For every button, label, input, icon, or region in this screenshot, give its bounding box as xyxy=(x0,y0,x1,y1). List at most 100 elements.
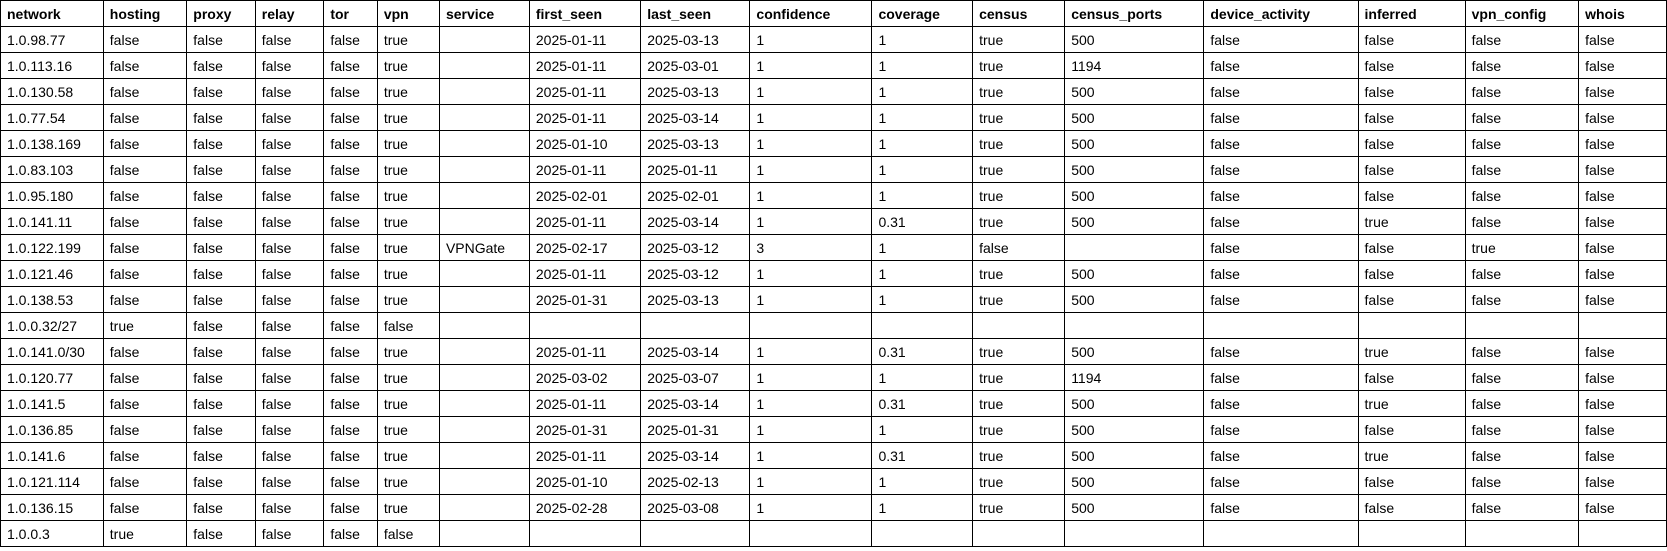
cell-proxy: false xyxy=(187,417,256,443)
cell-census: true xyxy=(973,495,1065,521)
cell-inferred: false xyxy=(1358,417,1465,443)
cell-device_activity: false xyxy=(1204,469,1358,495)
cell-device_activity: false xyxy=(1204,339,1358,365)
cell-proxy: false xyxy=(187,469,256,495)
col-header-first_seen[interactable]: first_seen xyxy=(529,1,640,27)
cell-coverage: 1 xyxy=(872,417,973,443)
cell-inferred: false xyxy=(1358,131,1465,157)
cell-vpn_config xyxy=(1465,313,1578,339)
table-row: 1.0.83.103falsefalsefalsefalsetrue2025-0… xyxy=(1,157,1667,183)
cell-relay: false xyxy=(255,339,324,365)
cell-census_ports: 500 xyxy=(1065,209,1204,235)
cell-tor: false xyxy=(324,261,378,287)
cell-first_seen: 2025-01-31 xyxy=(529,287,640,313)
cell-confidence: 1 xyxy=(750,495,872,521)
cell-vpn: false xyxy=(377,521,439,547)
cell-device_activity: false xyxy=(1204,79,1358,105)
col-header-census[interactable]: census xyxy=(973,1,1065,27)
cell-tor: false xyxy=(324,105,378,131)
cell-census_ports: 500 xyxy=(1065,183,1204,209)
cell-census_ports xyxy=(1065,313,1204,339)
cell-network: 1.0.141.0/30 xyxy=(1,339,104,365)
col-header-coverage[interactable]: coverage xyxy=(872,1,973,27)
col-header-tor[interactable]: tor xyxy=(324,1,378,27)
cell-whois: false xyxy=(1579,183,1667,209)
cell-network: 1.0.141.11 xyxy=(1,209,104,235)
col-header-inferred[interactable]: inferred xyxy=(1358,1,1465,27)
cell-census: true xyxy=(973,183,1065,209)
cell-hosting: false xyxy=(103,287,187,313)
col-header-confidence[interactable]: confidence xyxy=(750,1,872,27)
col-header-device_activity[interactable]: device_activity xyxy=(1204,1,1358,27)
cell-coverage xyxy=(872,521,973,547)
col-header-last_seen[interactable]: last_seen xyxy=(641,1,750,27)
cell-whois: false xyxy=(1579,287,1667,313)
cell-first_seen xyxy=(529,521,640,547)
cell-network: 1.0.138.169 xyxy=(1,131,104,157)
cell-first_seen: 2025-02-01 xyxy=(529,183,640,209)
cell-tor: false xyxy=(324,209,378,235)
cell-relay: false xyxy=(255,313,324,339)
col-header-hosting[interactable]: hosting xyxy=(103,1,187,27)
cell-network: 1.0.0.32/27 xyxy=(1,313,104,339)
table-row: 1.0.0.3truefalsefalsefalsefalse xyxy=(1,521,1667,547)
cell-census: true xyxy=(973,27,1065,53)
col-header-proxy[interactable]: proxy xyxy=(187,1,256,27)
cell-whois: false xyxy=(1579,27,1667,53)
cell-vpn: true xyxy=(377,495,439,521)
cell-relay: false xyxy=(255,27,324,53)
cell-tor: false xyxy=(324,365,378,391)
cell-whois: false xyxy=(1579,209,1667,235)
cell-hosting: false xyxy=(103,53,187,79)
cell-hosting: false xyxy=(103,131,187,157)
cell-vpn_config: false xyxy=(1465,79,1578,105)
col-header-relay[interactable]: relay xyxy=(255,1,324,27)
cell-inferred: true xyxy=(1358,339,1465,365)
cell-vpn: true xyxy=(377,391,439,417)
cell-last_seen: 2025-01-11 xyxy=(641,157,750,183)
col-header-whois[interactable]: whois xyxy=(1579,1,1667,27)
cell-first_seen: 2025-01-11 xyxy=(529,391,640,417)
col-header-vpn_config[interactable]: vpn_config xyxy=(1465,1,1578,27)
cell-confidence: 1 xyxy=(750,261,872,287)
cell-network: 1.0.98.77 xyxy=(1,27,104,53)
cell-inferred: false xyxy=(1358,235,1465,261)
cell-proxy: false xyxy=(187,131,256,157)
cell-whois: false xyxy=(1579,235,1667,261)
cell-vpn_config: false xyxy=(1465,339,1578,365)
cell-vpn_config: false xyxy=(1465,105,1578,131)
cell-whois xyxy=(1579,313,1667,339)
cell-confidence: 1 xyxy=(750,391,872,417)
cell-tor: false xyxy=(324,443,378,469)
cell-relay: false xyxy=(255,79,324,105)
table-row: 1.0.141.5falsefalsefalsefalsetrue2025-01… xyxy=(1,391,1667,417)
cell-device_activity: false xyxy=(1204,261,1358,287)
cell-inferred xyxy=(1358,521,1465,547)
cell-hosting: false xyxy=(103,365,187,391)
cell-census_ports: 500 xyxy=(1065,27,1204,53)
cell-network: 1.0.0.3 xyxy=(1,521,104,547)
cell-first_seen: 2025-01-11 xyxy=(529,53,640,79)
cell-tor: false xyxy=(324,391,378,417)
cell-service xyxy=(439,131,529,157)
col-header-census_ports[interactable]: census_ports xyxy=(1065,1,1204,27)
cell-census_ports xyxy=(1065,521,1204,547)
col-header-vpn[interactable]: vpn xyxy=(377,1,439,27)
cell-first_seen: 2025-01-11 xyxy=(529,105,640,131)
col-header-service[interactable]: service xyxy=(439,1,529,27)
table-row: 1.0.138.53falsefalsefalsefalsetrue2025-0… xyxy=(1,287,1667,313)
cell-first_seen: 2025-01-31 xyxy=(529,417,640,443)
cell-coverage: 0.31 xyxy=(872,339,973,365)
cell-service xyxy=(439,27,529,53)
cell-device_activity: false xyxy=(1204,53,1358,79)
cell-vpn: true xyxy=(377,365,439,391)
cell-confidence xyxy=(750,521,872,547)
cell-relay: false xyxy=(255,521,324,547)
cell-coverage: 0.31 xyxy=(872,391,973,417)
cell-hosting: false xyxy=(103,261,187,287)
cell-confidence: 1 xyxy=(750,469,872,495)
cell-device_activity: false xyxy=(1204,495,1358,521)
cell-census_ports: 500 xyxy=(1065,417,1204,443)
cell-inferred: false xyxy=(1358,27,1465,53)
col-header-network[interactable]: network xyxy=(1,1,104,27)
